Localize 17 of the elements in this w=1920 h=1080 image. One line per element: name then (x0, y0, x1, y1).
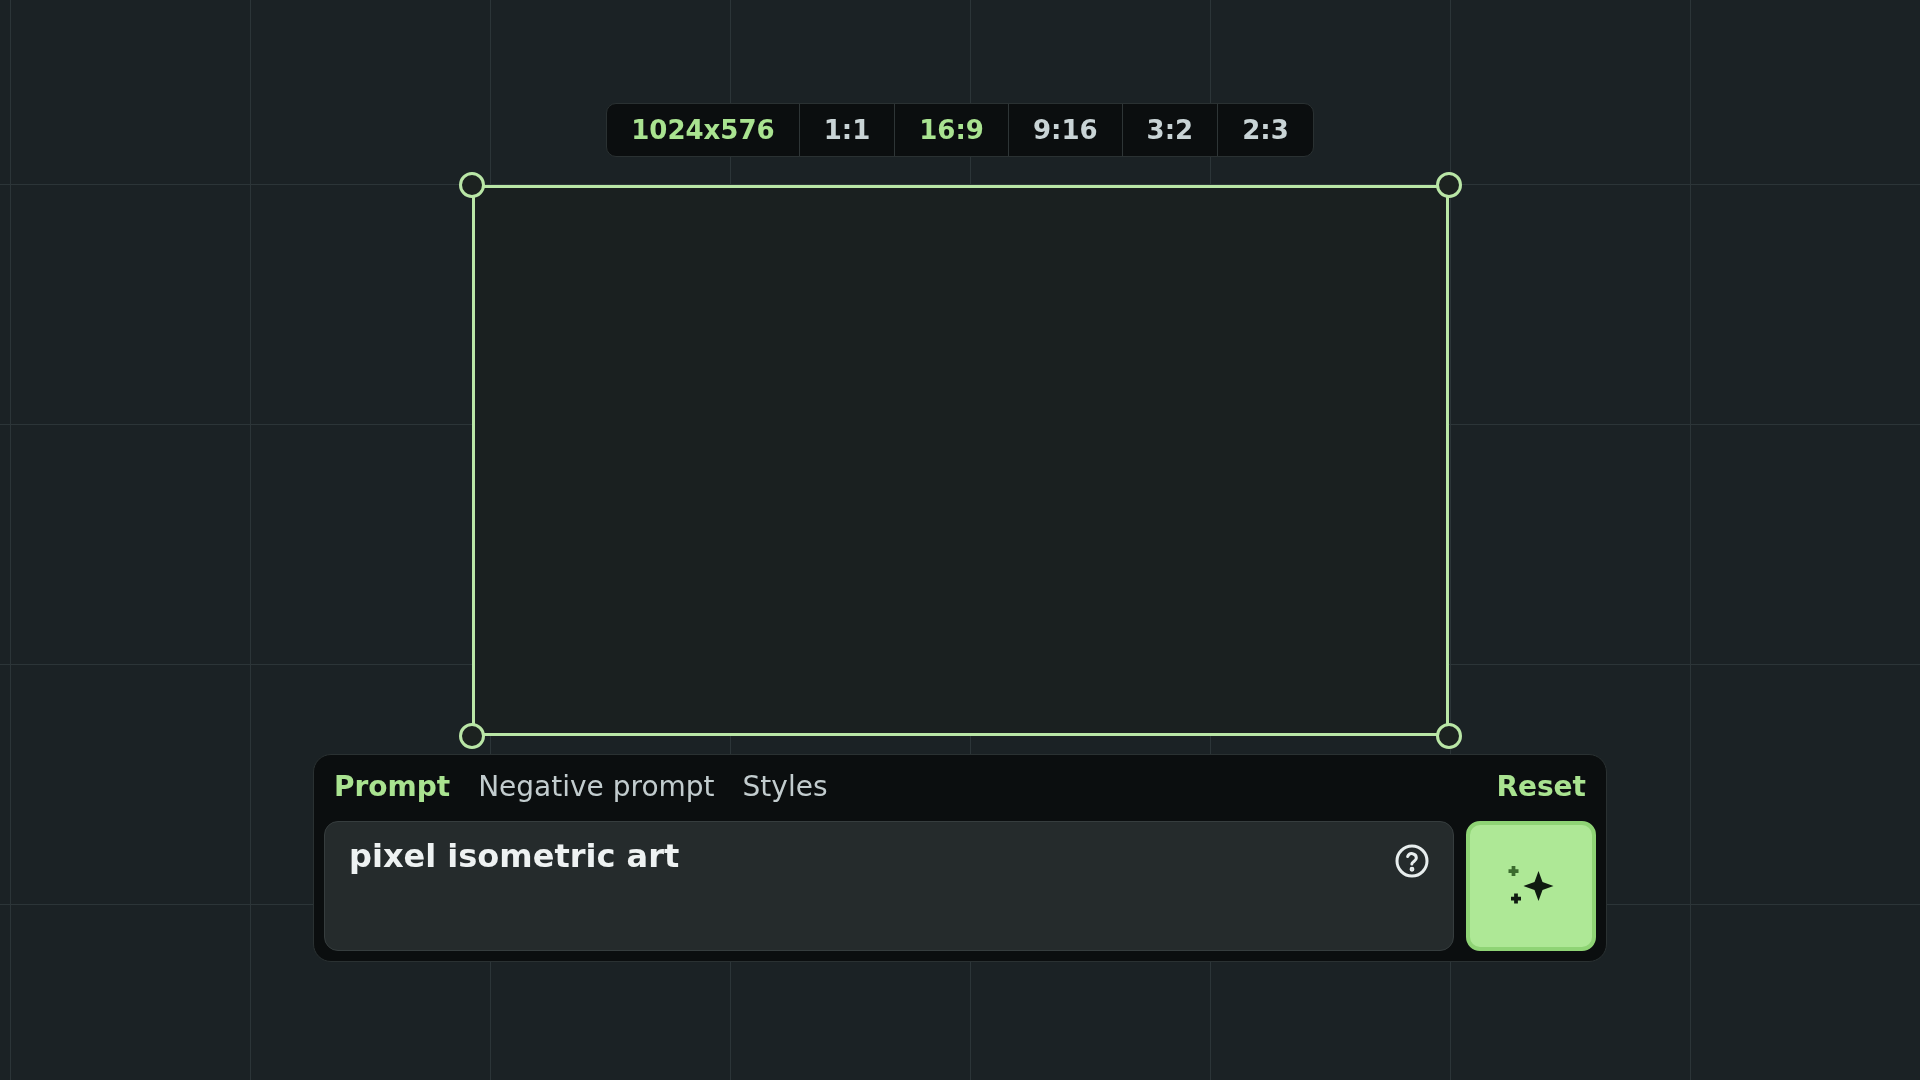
resize-handle[interactable] (458, 172, 485, 198)
reset-button[interactable]: Reset (1496, 766, 1586, 808)
resolution-label: 1024x576 (630, 113, 776, 147)
prompt-tab[interactable]: Styles (742, 766, 828, 808)
prompt-field[interactable]: pixel isometric art (324, 821, 1454, 951)
ratio-button[interactable]: 9:16 (1007, 104, 1122, 156)
ratio-button[interactable]: 1:1 (798, 104, 895, 156)
ratio-button[interactable]: 3:2 (1121, 104, 1218, 156)
resize-handle[interactable] (1435, 172, 1462, 198)
prompt-tab[interactable]: Prompt (334, 766, 451, 808)
ratio-button[interactable]: 16:9 (894, 104, 1008, 156)
prompt-tab[interactable]: Negative prompt (478, 766, 715, 808)
generate-button[interactable] (1466, 821, 1596, 951)
ratio-button[interactable]: 2:3 (1217, 104, 1313, 156)
resize-handle[interactable] (458, 723, 485, 749)
resize-handle[interactable] (1435, 723, 1462, 749)
help-icon[interactable] (1394, 843, 1430, 879)
